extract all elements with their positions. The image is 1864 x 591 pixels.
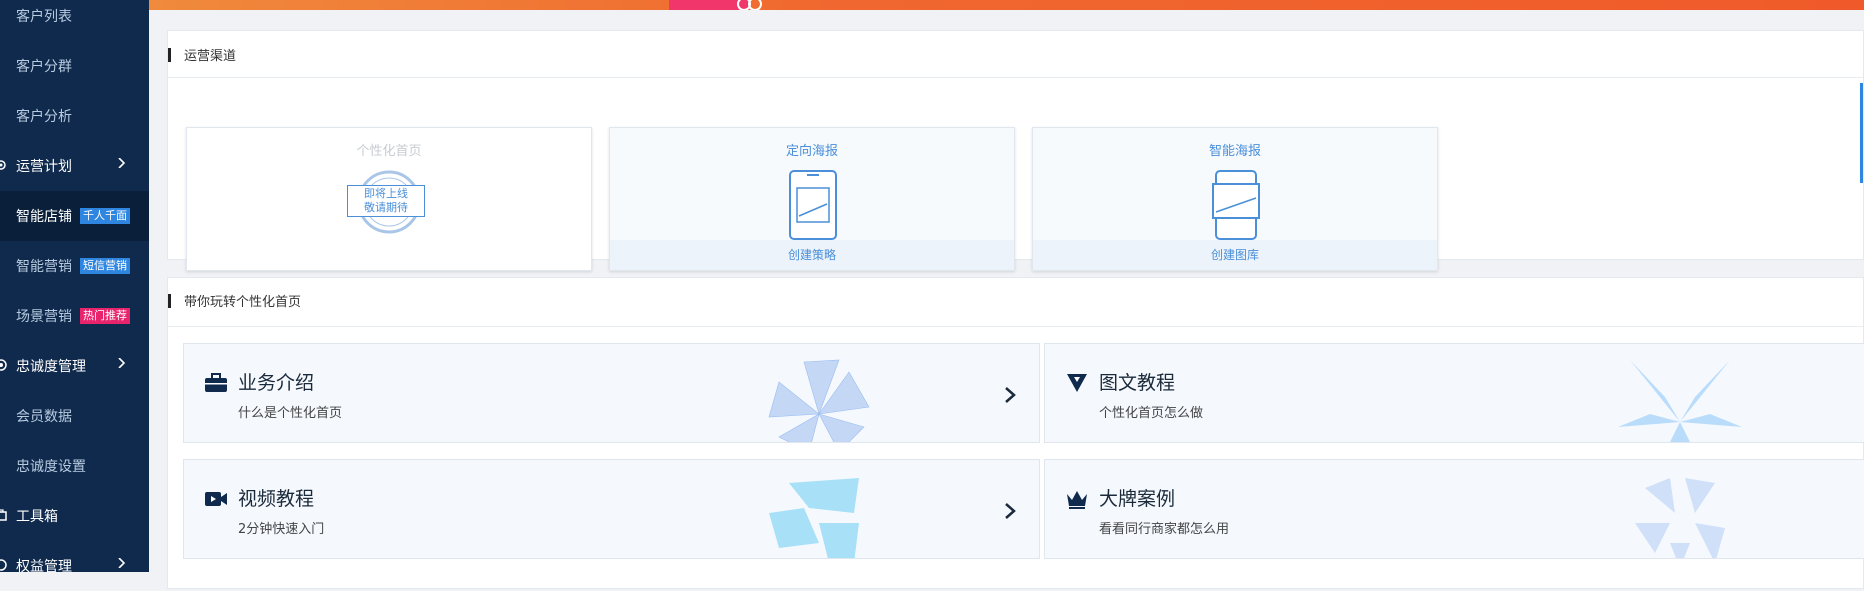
briefcase-icon [205,373,227,392]
triangle-logo-icon [1067,374,1087,392]
section-title: 带你玩转个性化首页 [184,295,302,310]
sidebar-item-customer-segments[interactable]: 客户分群 [0,41,149,91]
sidebar-group-label: 运营计划 [16,159,72,175]
sidebar-item-smart-marketing[interactable]: 智能营销 短信营销 [0,241,149,291]
phone-poster-icon [789,170,837,240]
decorative-flower-graphic [768,359,870,442]
sidebar-item-label: 客户分析 [16,109,72,125]
guide-card-business-intro[interactable]: 业务介绍 什么是个性化首页 [183,343,1040,443]
guide-card-title: 大牌案例 [1099,488,1176,510]
sidebar-item-label: 客户列表 [16,9,72,25]
channel-card-smart-poster[interactable]: 智能海报 创建图库 [1032,127,1438,271]
channel-card-targeted-poster[interactable]: 定向海报 创建策略 [609,127,1015,271]
create-strategy-link[interactable]: 创建策略 [610,240,1014,270]
main-content: 运营渠道 个性化首页 即将上线 敬请期待 定向海报 创建策略 智能海报 创建图库… [149,0,1864,589]
guide-card-graphic-tutorial[interactable]: 图文教程 个性化首页怎么做 [1044,343,1864,443]
sidebar-item-customer-analysis[interactable]: 客户分析 [0,91,149,141]
sidebar-item-label: 场景营销 [16,309,72,325]
guide-card-subtitle: 什么是个性化首页 [238,406,343,421]
sidebar-badge: 短信营销 [80,258,130,274]
section-marker [168,294,171,308]
stamp-line: 敬请期待 [364,201,408,214]
sidebar-item-loyalty-settings[interactable]: 忠诚度设置 [0,441,149,491]
sidebar-group-operation-plan[interactable]: 运营计划 [0,141,149,191]
sidebar-group-loyalty[interactable]: 忠诚度管理 [0,341,149,391]
stamp-line: 即将上线 [364,187,408,200]
channel-title: 智能海报 [1208,144,1261,159]
guide-card-title: 图文教程 [1099,372,1176,394]
right-edge-indicator [1860,83,1863,183]
sidebar-group-rights[interactable]: 权益管理 [0,541,149,591]
guide-card-title: 业务介绍 [238,372,315,394]
decorative-shard-graphic [769,478,859,558]
guide-card-subtitle: 看看同行商家都怎么用 [1099,522,1230,537]
sidebar-item-label: 智能营销 [16,259,72,275]
channel-title: 个性化首页 [356,144,422,159]
section-title: 运营渠道 [184,49,237,64]
sidebar-item-label: 客户分群 [16,59,72,75]
sidebar-badge: 千人千面 [80,208,130,224]
guide-card-title: 视频教程 [238,488,315,510]
sidebar-item-customer-list[interactable]: 客户列表 [0,0,149,41]
divider [168,77,1863,78]
guide-card-video-tutorial[interactable]: 视频教程 2分钟快速入门 [183,459,1040,559]
sidebar-group-label: 忠诚度管理 [16,359,86,375]
sidebar-item-label: 忠诚度设置 [16,459,86,475]
divider [168,326,1863,327]
sidebar-group-label: 权益管理 [16,559,72,575]
channels-panel: 运营渠道 个性化首页 即将上线 敬请期待 定向海报 创建策略 智能海报 创建图库 [167,30,1864,271]
chevron-right-icon [118,558,126,568]
guide-card-subtitle: 个性化首页怎么做 [1099,406,1204,421]
chevron-right-icon [118,158,126,168]
channel-title: 定向海报 [785,144,838,159]
loyalty-icon [0,359,7,371]
guide-card-brand-cases[interactable]: 大牌案例 看看同行商家都怎么用 [1044,459,1864,559]
sidebar-item-label: 会员数据 [16,409,72,425]
guide-card-subtitle: 2分钟快速入门 [238,522,325,537]
crown-icon [1067,491,1087,509]
video-camera-icon [205,492,227,506]
promo-banner[interactable] [149,0,1864,10]
sidebar: 客户列表 客户分群 客户分析 运营计划 智能店铺 千人千面 智能营销 短信营销 … [0,0,149,575]
toolbox-icon [0,509,7,521]
coming-soon-stamp: 即将上线 敬请期待 [347,185,425,217]
rights-icon [0,559,7,571]
chevron-right-icon [1005,387,1016,403]
sidebar-badge: 热门推荐 [80,308,130,324]
sidebar-item-label: 智能店铺 [16,209,72,225]
banner-decoration [669,0,762,10]
sidebar-group-toolbox[interactable]: 工具箱 [0,491,149,541]
sidebar-item-smart-store[interactable]: 智能店铺 千人千面 [0,191,149,241]
channel-card-personalized-home: 个性化首页 即将上线 敬请期待 [186,127,592,271]
create-gallery-link[interactable]: 创建图库 [1033,240,1437,270]
poster-gallery-icon [1212,170,1260,240]
sidebar-group-label: 工具箱 [16,509,58,525]
sidebar-item-scene-marketing[interactable]: 场景营销 热门推荐 [0,291,149,341]
chevron-right-icon [118,358,126,368]
guide-panel: 带你玩转个性化首页 业务介绍 什么是个性化首页 图文教程 个性化首页怎么做 视频… [167,277,1864,589]
chevron-right-icon [1005,503,1016,519]
decorative-star-graphic [1618,360,1742,442]
section-marker [168,48,171,62]
decorative-petal-graphic [1635,478,1725,558]
gear-icon [0,160,6,170]
sidebar-item-member-data[interactable]: 会员数据 [0,391,149,441]
